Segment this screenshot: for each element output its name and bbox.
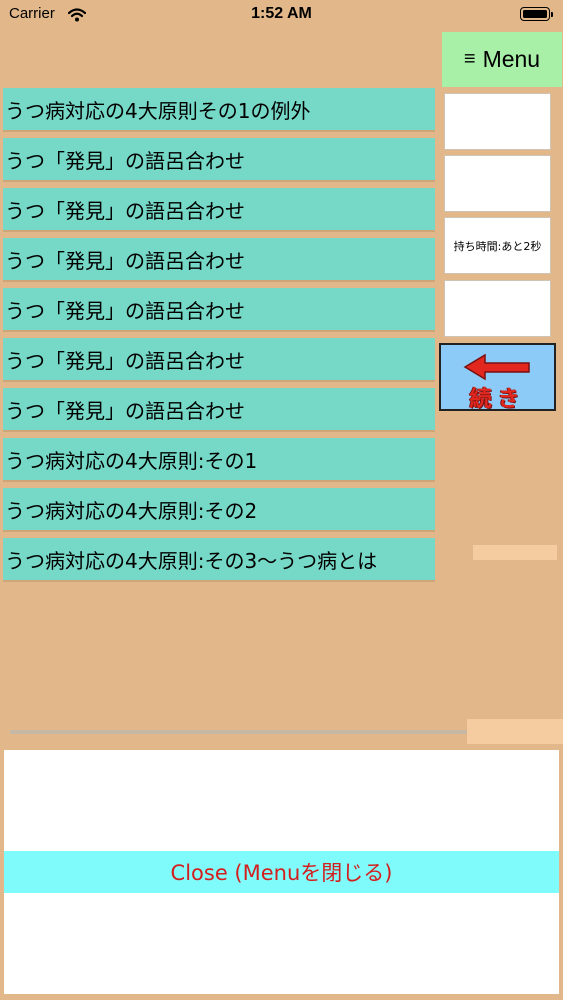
time-remaining-box: 持ち時間:あと2秒 <box>444 217 551 274</box>
list-item[interactable]: うつ「発見」の語呂合わせ <box>3 288 435 330</box>
list-item[interactable]: うつ病対応の4大原則:その3〜うつ病とは <box>3 538 435 580</box>
list-item[interactable]: うつ「発見」の語呂合わせ <box>3 138 435 180</box>
continue-label: 続き <box>469 387 526 412</box>
left-arrow-icon <box>463 353 530 381</box>
continue-button[interactable]: 続き <box>439 343 556 412</box>
list-item[interactable]: うつ病対応の4大原則:その1 <box>3 438 435 480</box>
battery-icon <box>520 7 553 21</box>
list-item[interactable]: うつ「発見」の語呂合わせ <box>3 388 435 430</box>
close-menu-button[interactable]: Close (Menuを閉じる) <box>4 851 559 893</box>
list-item[interactable]: うつ「発見」の語呂合わせ <box>3 238 435 280</box>
decorative-tab <box>467 719 563 744</box>
list-item[interactable]: うつ「発見」の語呂合わせ <box>3 188 435 230</box>
clock-time: 1:52 AM <box>251 5 312 22</box>
list-item[interactable]: うつ「発見」の語呂合わせ <box>3 338 435 380</box>
menu-button-label: Menu <box>482 46 541 72</box>
side-box-4 <box>444 280 551 337</box>
divider-line <box>10 730 470 734</box>
decorative-bar <box>473 545 557 560</box>
side-box-2 <box>444 155 551 212</box>
list-item[interactable]: うつ病対応の4大原則:その2 <box>3 488 435 530</box>
list-item[interactable]: うつ病対応の4大原則その1の例外 <box>3 88 435 130</box>
side-box-1 <box>444 93 551 150</box>
status-bar: Carrier 1:52 AM <box>0 0 563 30</box>
hamburger-icon: ≡ <box>463 48 476 70</box>
menu-button[interactable]: ≡ Menu <box>442 32 562 87</box>
